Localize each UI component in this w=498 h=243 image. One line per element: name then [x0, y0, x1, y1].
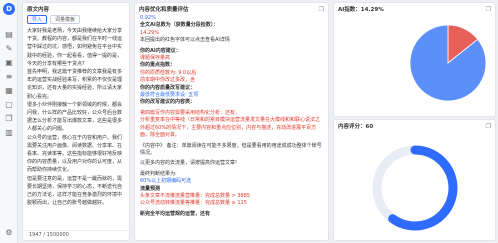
- list-icon[interactable]: ≡: [4, 72, 14, 81]
- document-icon[interactable]: ▤: [4, 30, 14, 39]
- evaluation-panel-header: 内容优化和质量评估 ❐: [135, 3, 328, 15]
- source-panel-title: 原文内容: [27, 7, 50, 13]
- settings-icon[interactable]: ⚙: [4, 228, 14, 237]
- source-paragraph: 首先申明，我这篇干货推荐的文章我是有多年的运营实战经验来写，积累的不仅仅是理论知…: [27, 69, 123, 100]
- side-rail: D ▤ ✎ ▣ ≡ ▦ ▢ ❐ ▥ ⚙: [0, 0, 18, 243]
- copy-icon[interactable]: ❐: [486, 123, 491, 130]
- app-window: D ▤ ✎ ▣ ≡ ▦ ▢ ❐ ▥ ⚙ 原文内容 导入 词量模板 大家好我是老杨…: [0, 0, 498, 243]
- edit-icon[interactable]: ✎: [4, 44, 14, 53]
- gauge-value-arc: [388, 145, 458, 231]
- evaluation-line: 你的内容质量改写建议：: [140, 84, 196, 91]
- evaluation-line: 你的重点指数：: [140, 62, 176, 69]
- evaluation-line: 以更多内容的去流量，请按提高你运营文章!: [140, 160, 238, 167]
- source-paragraph: 但是要注意的是，运营不是一蹴而就的，需要长期坚持，保持学习的心态，不断迭代自己的…: [27, 175, 123, 207]
- tab-template[interactable]: 词量模板: [50, 15, 81, 24]
- evaluation-line: 《内容中》 备注：单篇阅读在可能不多限度，但是要看用的用途成成功整体个账号情况。: [140, 142, 322, 156]
- ai-index-header: AI指数：14.29% ❐: [334, 3, 495, 15]
- evaluation-line: 最终判断结果为:: [140, 170, 177, 177]
- copy-icon[interactable]: ❐: [486, 6, 491, 13]
- evaluation-line: 公众号流动转推流量等推量：完成总数量 ≥ 115: [140, 200, 247, 207]
- evaluation-line: 你的AI内容建议：: [140, 47, 181, 54]
- score-header: 内容评分：60 ❐: [334, 120, 495, 132]
- char-counter: 1947 / 1500000: [23, 230, 129, 240]
- source-paragraph: 大家好我是老杨，今天由我继续给大家分享干货。教程的内容，都是我们在平时一线运营中…: [27, 28, 123, 67]
- ai-index-panel: AI指数：14.29% ❐: [333, 2, 496, 117]
- source-paragraph: 公众号的运营，核心在于内容和用户。我们需要关注用户画像、阅读数据、分享率、在看率…: [27, 134, 123, 174]
- copy-icon[interactable]: ❐: [319, 6, 324, 13]
- evaluation-panel: 内容优化和质量评估 ❐ 0.92% 全文AI总数为（获数量分段检数）： 14.29%…: [134, 2, 329, 241]
- source-panel-header: 原文内容: [23, 3, 129, 15]
- source-text-panel: 原文内容 导入 词量模板 大家好我是老杨，今天由我继续给大家分享干货。教程的内容…: [22, 2, 130, 241]
- ai-pie-chart: [409, 24, 487, 102]
- stats-icon[interactable]: ▥: [4, 128, 14, 137]
- score-title: 内容评分：60: [338, 124, 374, 130]
- evaluation-line: 你的改写建议的内容类：: [140, 99, 196, 106]
- evaluation-line: 新完全平均运营规的运营，还有: [140, 210, 211, 217]
- evaluation-panel-title: 内容优化和质量评估: [139, 7, 189, 13]
- source-paragraph: 很多小伙伴刚接触一个新领域的时候，都会问我，什么样的产品比较好，公众号后台数据怎…: [27, 101, 123, 133]
- book-icon[interactable]: ❐: [4, 114, 14, 123]
- evaluation-line: 60%以上初期编码可选: [140, 178, 192, 185]
- evaluation-line: 本回提出的红色字体可以点击查看AI详情: [140, 37, 230, 44]
- tab-import[interactable]: 导入: [27, 15, 48, 24]
- app-logo-icon[interactable]: D: [3, 3, 15, 15]
- source-text-area[interactable]: 大家好我是老杨，今天由我继续给大家分享干货。教程的内容，都是我们在平时一线运营中…: [23, 27, 129, 229]
- evaluation-line: 流量预测: [140, 185, 161, 192]
- evaluation-content: 0.92% 全文AI总数为（获数量分段检数）： 14.29% 本回提出的红色字体可以点…: [135, 15, 328, 239]
- evaluation-line: 全文AI总数为（获数量分段检数）：: [140, 22, 219, 29]
- folder-icon[interactable]: ▣: [4, 58, 14, 67]
- ai-index-title: AI指数：14.29%: [338, 7, 384, 13]
- image-icon[interactable]: ▢: [4, 100, 14, 109]
- evaluation-line: 前本期中你改过多改，含: [140, 77, 196, 84]
- score-gauge-chart: [372, 145, 458, 231]
- score-panel: 内容评分：60 ❐: [333, 119, 496, 241]
- calendar-icon[interactable]: ▦: [4, 86, 14, 95]
- source-tabs: 导入 词量模板: [23, 15, 129, 24]
- evaluation-line: 分析重复率在中等线（日常和的累目模块运营流量发文量在大模线和和联心说法之外超过6…: [140, 117, 321, 139]
